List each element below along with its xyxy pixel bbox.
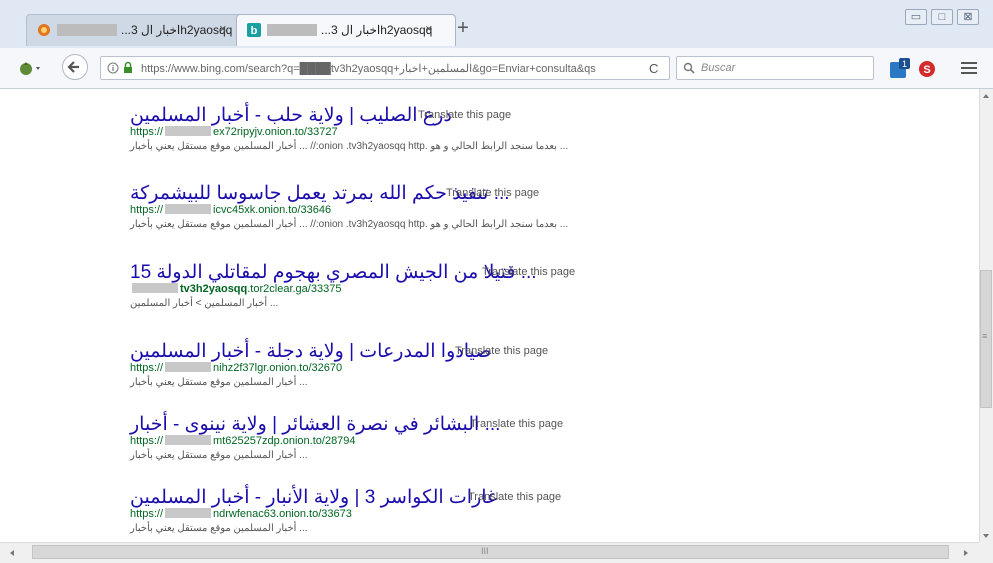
tab-close-button[interactable]: × (219, 21, 227, 36)
scroll-left-arrow-icon[interactable] (8, 549, 16, 557)
tab-active[interactable]: b ...اخبار ال 3h2yaosqq × (236, 14, 456, 46)
reload-button[interactable]: C (649, 61, 658, 76)
result-snippet: ... أخبار المسلمين > أخبار المسلمين (130, 298, 279, 309)
search-icon (683, 62, 695, 74)
back-button[interactable] (62, 54, 88, 80)
translate-link[interactable]: Translate this page (470, 418, 563, 430)
info-icon[interactable] (107, 62, 119, 74)
redacted-block (165, 435, 212, 445)
tab-close-button[interactable]: × (425, 21, 433, 36)
redacted-block (165, 126, 212, 136)
translate-link[interactable]: Translate this page (418, 109, 511, 121)
result-url[interactable]: tv3h2yaosqq.tor2clear.ga/33375 (130, 283, 341, 295)
translate-link[interactable]: Translate this page (455, 345, 548, 357)
result-snippet: ... أخبار المسلمين موقع مستقل يعني بأخبا… (130, 377, 308, 388)
svg-text:b: b (251, 25, 258, 37)
redacted-block (267, 24, 317, 36)
menu-icon[interactable] (961, 61, 977, 75)
horizontal-scroll-thumb[interactable]: III (32, 545, 949, 559)
search-input[interactable]: Buscar (701, 62, 735, 74)
script-block-icon[interactable]: S (918, 60, 936, 78)
new-tab-button[interactable]: + (452, 17, 474, 39)
url-bar[interactable]: https://www.bing.com/search?q=████tv3h2y… (100, 56, 670, 80)
arrow-left-icon (67, 61, 79, 73)
redacted-block (165, 204, 212, 214)
tab-inactive[interactable]: ...اخبار ال 3h2yaosqq × (26, 14, 244, 46)
onion-icon[interactable] (18, 60, 44, 76)
thumb-grip: ≡ (982, 331, 988, 341)
scroll-down-arrow-icon[interactable] (982, 532, 990, 540)
tor-browser-icon (38, 24, 50, 36)
search-results: درع الصليب | ولاية حلب - أخبار المسلمين … (0, 89, 979, 542)
url-text: https://www.bing.com/search?q=████tv3h2y… (141, 63, 596, 75)
result-title-link[interactable]: درع الصليب | ولاية حلب - أخبار المسلمين (130, 104, 452, 126)
close-window-button[interactable]: ⊠ (957, 9, 979, 25)
result-snippet: ... أخبار المسلمين موقع مستقل يعني بأخبا… (130, 523, 308, 534)
navigation-bar: https://www.bing.com/search?q=████tv3h2y… (0, 48, 993, 89)
bing-icon: b (247, 23, 261, 37)
thumb-grip: III (481, 546, 489, 556)
result-title-link[interactable]: غارات الكواسر 3 | ولاية الأنبار - أخبار … (130, 486, 497, 508)
svg-text:S: S (923, 64, 930, 76)
result-title-link[interactable]: ... قتيلا من الجيش المصري بهجوم لمقاتلي … (130, 261, 537, 283)
result-title-link[interactable]: صيادوا المدرعات | ولاية دجلة - أخبار الم… (130, 340, 491, 362)
extension-badge-icon[interactable]: 1 (888, 56, 912, 80)
result-url[interactable]: https://icvc45xk.onion.to/33646 (130, 204, 331, 216)
tab-title: ...اخبار ال 3h2yaosqq (121, 23, 233, 37)
minimize-button[interactable]: ▭ (905, 9, 927, 25)
vertical-scroll-thumb[interactable]: ≡ (980, 270, 992, 408)
translate-link[interactable]: Translate this page (468, 491, 561, 503)
scroll-right-arrow-icon[interactable] (962, 549, 970, 557)
tab-title: ...اخبار ال 3h2yaosqq (321, 23, 433, 37)
result-url[interactable]: https://nihz2f37lgr.onion.to/32670 (130, 362, 342, 374)
search-box[interactable]: Buscar (676, 56, 874, 80)
result-url[interactable]: https://ndrwfenac63.onion.to/33673 (130, 508, 352, 520)
scroll-corner (979, 542, 993, 563)
scroll-up-arrow-icon[interactable] (982, 92, 990, 100)
redacted-block (165, 362, 212, 372)
redacted-block (165, 508, 212, 518)
result-snippet: ... بعدما سنجد الرابط الحالي و هو .onion… (130, 219, 569, 230)
maximize-button[interactable]: □ (931, 9, 953, 25)
redacted-block (57, 24, 117, 36)
result-snippet: ... أخبار المسلمين موقع مستقل يعني بأخبا… (130, 450, 308, 461)
svg-text:1: 1 (902, 59, 907, 69)
translate-link[interactable]: Translate this page (446, 187, 539, 199)
lock-icon (124, 61, 132, 73)
translate-link[interactable]: Translate this page (482, 266, 575, 278)
title-bar: ...اخبار ال 3h2yaosqq × b ...اخبار ال 3h… (0, 0, 993, 49)
result-url[interactable]: https://mt625257zdp.onion.to/28794 (130, 435, 356, 447)
redacted-block (132, 283, 178, 293)
result-snippet: ... بعدما سنجد الرابط الحالي و هو .onion… (130, 141, 569, 152)
result-title-link[interactable]: ... البشائر في نصرة العشائر | ولاية نينو… (130, 413, 500, 435)
result-url[interactable]: https://ex72ripyjv.onion.to/33727 (130, 126, 338, 138)
